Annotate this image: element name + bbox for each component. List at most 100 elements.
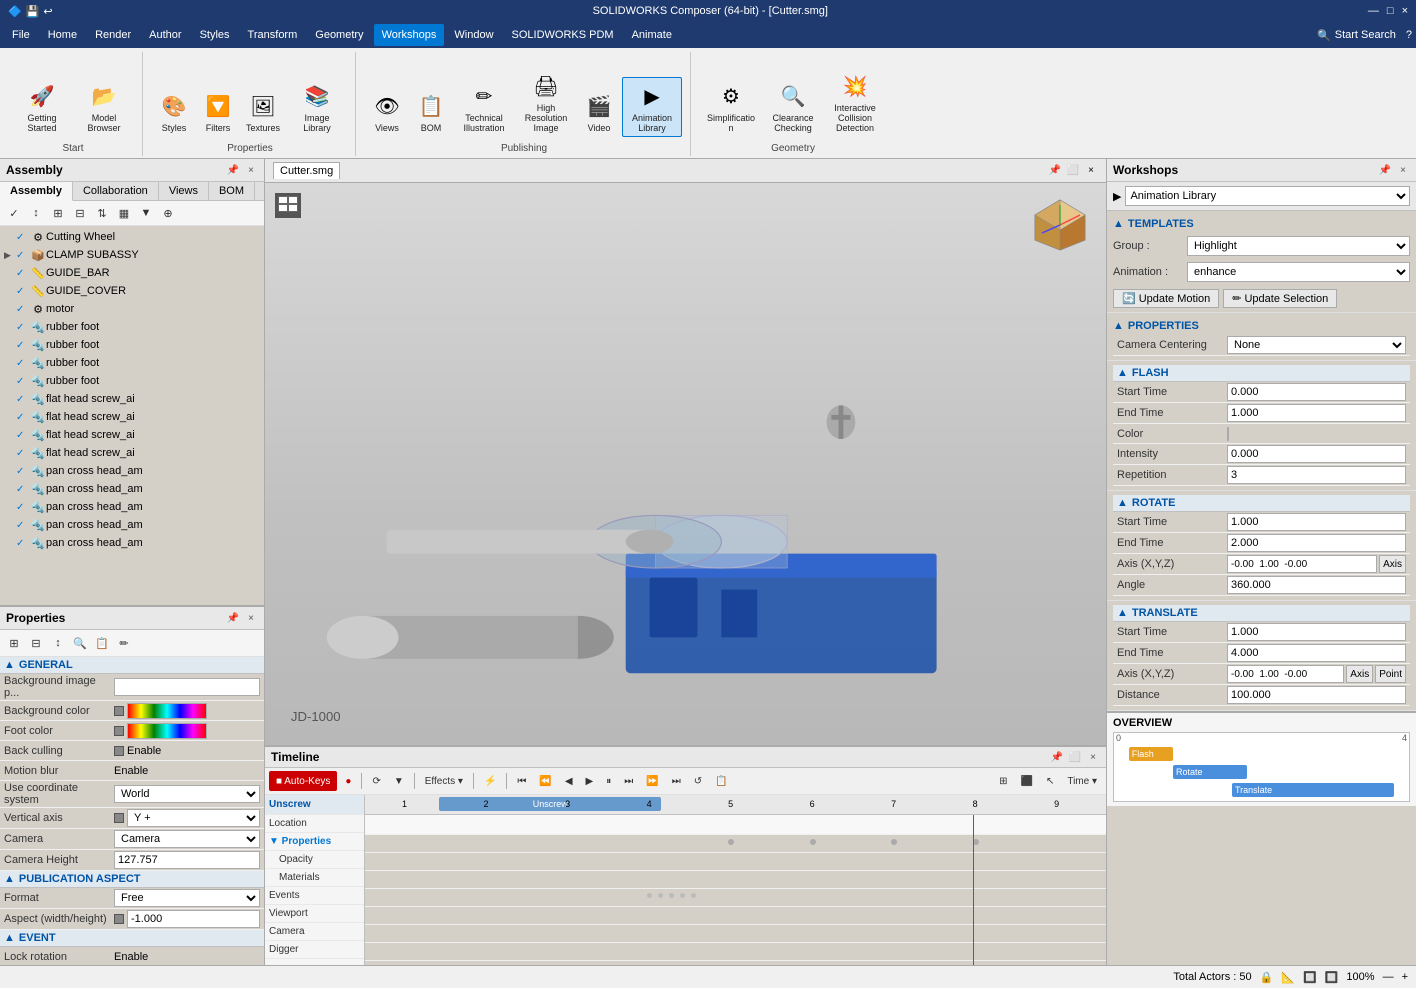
tree-item-pan-cross-3[interactable]: ✓ 🔩 pan cross head_am bbox=[0, 498, 264, 516]
minimize-btn[interactable]: — bbox=[1368, 5, 1379, 17]
translate-end-input[interactable] bbox=[1227, 644, 1406, 662]
tree-item-flat-head-1[interactable]: ✓ 🔩 flat head screw_ai bbox=[0, 390, 264, 408]
tl-label-properties[interactable]: ▼ Properties bbox=[265, 833, 364, 851]
translate-point-btn[interactable]: Point bbox=[1375, 665, 1406, 683]
update-motion-btn[interactable]: 🔄 Update Motion bbox=[1113, 289, 1219, 308]
tree-item-motor[interactable]: ✓ ⚙ motor bbox=[0, 300, 264, 318]
next-key-btn[interactable]: ⏩ bbox=[641, 771, 663, 791]
tree-item-flat-head-3[interactable]: ✓ 🔩 flat head screw_ai bbox=[0, 426, 264, 444]
autokeys-btn[interactable]: ■ Auto-Keys bbox=[269, 771, 337, 791]
quick-access-undo[interactable]: ↩ bbox=[43, 5, 52, 18]
timeline-float-btn[interactable]: ⬜ bbox=[1068, 750, 1082, 764]
ribbon-btn-views[interactable]: 👁 Views bbox=[366, 87, 408, 137]
pause-btn[interactable]: ⏸ bbox=[601, 771, 616, 791]
rotate-section-header[interactable]: ▲ ROTATE bbox=[1113, 495, 1410, 512]
ribbon-btn-bom[interactable]: 📋 BOM bbox=[410, 87, 452, 137]
key-btn[interactable]: ⟳ bbox=[367, 771, 385, 791]
lightning-btn[interactable]: ⚡ bbox=[479, 771, 501, 791]
bg-color-swatch[interactable] bbox=[127, 703, 207, 719]
assembly-close-btn[interactable]: × bbox=[244, 163, 258, 177]
menu-author[interactable]: Author bbox=[141, 24, 189, 46]
record-btn[interactable]: ● bbox=[340, 771, 356, 791]
tab-assembly[interactable]: Assembly bbox=[0, 182, 73, 201]
props-btn-1[interactable]: ⊞ bbox=[4, 633, 24, 653]
event-section-header[interactable]: ▲ EVENT bbox=[0, 930, 264, 947]
menu-geometry[interactable]: Geometry bbox=[307, 24, 371, 46]
menu-transform[interactable]: Transform bbox=[240, 24, 306, 46]
zoom-fit-btn[interactable]: ⊞ bbox=[994, 771, 1012, 791]
aspect-input[interactable] bbox=[127, 910, 260, 928]
camera-key-btn[interactable]: 📋 bbox=[710, 771, 732, 791]
viewport-pin-btn[interactable]: 📌 bbox=[1048, 164, 1062, 178]
tree-view-btn[interactable]: ▦ bbox=[114, 203, 134, 223]
foot-color-swatch[interactable] bbox=[127, 723, 207, 739]
general-section-header[interactable]: ▲ GENERAL bbox=[0, 657, 264, 674]
assembly-pin-btn[interactable]: 📌 bbox=[226, 163, 240, 177]
tree-item-rubber-foot-4[interactable]: ✓ 🔩 rubber foot bbox=[0, 372, 264, 390]
workshops-close-btn[interactable]: × bbox=[1396, 163, 1410, 177]
flash-start-input[interactable] bbox=[1227, 383, 1406, 401]
props-btn-4[interactable]: 🔍 bbox=[70, 633, 90, 653]
rotate-axis-input[interactable] bbox=[1227, 555, 1377, 573]
timeline-pin-btn[interactable]: 📌 bbox=[1050, 750, 1064, 764]
step-back-btn[interactable]: ◀ bbox=[560, 771, 578, 791]
tree-item-clamp-subassy[interactable]: ▶ ✓ 📦 CLAMP SUBASSY bbox=[0, 246, 264, 264]
props-btn-3[interactable]: ↕ bbox=[48, 633, 68, 653]
maximize-btn[interactable]: □ bbox=[1387, 5, 1394, 17]
tree-sort-btn[interactable]: ⇅ bbox=[92, 203, 112, 223]
tree-item-rubber-foot-1[interactable]: ✓ 🔩 rubber foot bbox=[0, 318, 264, 336]
update-selection-btn[interactable]: ✏ Update Selection bbox=[1223, 289, 1337, 308]
loop-btn[interactable]: ↺ bbox=[689, 771, 707, 791]
play-fwd-btn[interactable]: ▶ bbox=[581, 771, 599, 791]
tree-item-guide-cover[interactable]: ✓ 📏 GUIDE_COVER bbox=[0, 282, 264, 300]
rotate-start-input[interactable] bbox=[1227, 513, 1406, 531]
zoom-out-btn[interactable]: — bbox=[1383, 971, 1394, 983]
tree-expand-btn[interactable]: ⊞ bbox=[48, 203, 68, 223]
rotate-axis-btn[interactable]: Axis bbox=[1379, 555, 1406, 573]
tree-item-rubber-foot-2[interactable]: ✓ 🔩 rubber foot bbox=[0, 336, 264, 354]
flash-end-input[interactable] bbox=[1227, 404, 1406, 422]
flash-section-header[interactable]: ▲ FLASH bbox=[1113, 365, 1410, 382]
ribbon-btn-simplification[interactable]: ⚙ Simplification bbox=[701, 77, 761, 137]
menu-window[interactable]: Window bbox=[446, 24, 501, 46]
time-btn[interactable]: Time ▾ bbox=[1062, 771, 1102, 791]
prop-input-bg-image[interactable] bbox=[114, 678, 260, 696]
cursor-btn[interactable]: ↖ bbox=[1041, 771, 1059, 791]
tree-item-flat-head-2[interactable]: ✓ 🔩 flat head screw_ai bbox=[0, 408, 264, 426]
translate-axis-btn[interactable]: Axis bbox=[1346, 665, 1373, 683]
ribbon-btn-styles[interactable]: 🎨 Styles bbox=[153, 87, 195, 137]
workshops-pin-btn[interactable]: 📌 bbox=[1378, 163, 1392, 177]
tree-item-cutting-wheel[interactable]: ✓ ⚙ Cutting Wheel bbox=[0, 228, 264, 246]
ribbon-btn-animation-library[interactable]: ▶ Animation Library bbox=[622, 77, 682, 137]
tab-views[interactable]: Views bbox=[159, 182, 209, 200]
publication-section-header[interactable]: ▲ PUBLICATION ASPECT bbox=[0, 871, 264, 888]
group-select[interactable]: Highlight bbox=[1187, 236, 1410, 256]
viewport-3d[interactable]: JD-1000 bbox=[265, 183, 1106, 745]
tree-item-pan-cross-5[interactable]: ✓ 🔩 pan cross head_am bbox=[0, 534, 264, 552]
translate-section-header[interactable]: ▲ TRANSLATE bbox=[1113, 605, 1410, 622]
step-fwd-btn[interactable]: ⏭ bbox=[619, 771, 638, 791]
ribbon-btn-getting-started[interactable]: 🚀 Getting Started bbox=[12, 77, 72, 137]
ribbon-btn-filters[interactable]: 🔽 Filters bbox=[197, 87, 239, 137]
tree-item-pan-cross-1[interactable]: ✓ 🔩 pan cross head_am bbox=[0, 462, 264, 480]
tree-collapse-btn[interactable]: ⊟ bbox=[70, 203, 90, 223]
tree-item-guide-bar[interactable]: ✓ 📏 GUIDE_BAR bbox=[0, 264, 264, 282]
ribbon-btn-textures[interactable]: 🖼 Textures bbox=[241, 87, 285, 137]
go-end-btn[interactable]: ⏭ bbox=[667, 771, 686, 791]
tree-item-rubber-foot-3[interactable]: ✓ 🔩 rubber foot bbox=[0, 354, 264, 372]
rotate-angle-input[interactable] bbox=[1227, 576, 1406, 594]
format-select[interactable]: Free bbox=[114, 889, 260, 907]
close-btn[interactable]: × bbox=[1402, 5, 1408, 17]
tree-select-all-btn[interactable]: ✓ bbox=[4, 203, 24, 223]
tree-item-pan-cross-2[interactable]: ✓ 🔩 pan cross head_am bbox=[0, 480, 264, 498]
ribbon-btn-model-browser[interactable]: 📂 Model Browser bbox=[74, 77, 134, 137]
vertical-axis-select[interactable]: Y + Z + bbox=[127, 809, 260, 827]
zoom-in-btn[interactable]: + bbox=[1402, 971, 1408, 983]
ribbon-btn-tech-illustration[interactable]: ✏ Technical Illustration bbox=[454, 77, 514, 137]
ribbon-btn-video[interactable]: 🎬 Video bbox=[578, 87, 620, 137]
flash-repetition-input[interactable] bbox=[1227, 466, 1406, 484]
props-btn-5[interactable]: 📋 bbox=[92, 633, 112, 653]
prev-key-btn[interactable]: ⏪ bbox=[534, 771, 556, 791]
help-icon[interactable]: ? bbox=[1406, 29, 1412, 41]
ribbon-btn-collision-detection[interactable]: 💥 Interactive Collision Detection bbox=[825, 67, 885, 137]
